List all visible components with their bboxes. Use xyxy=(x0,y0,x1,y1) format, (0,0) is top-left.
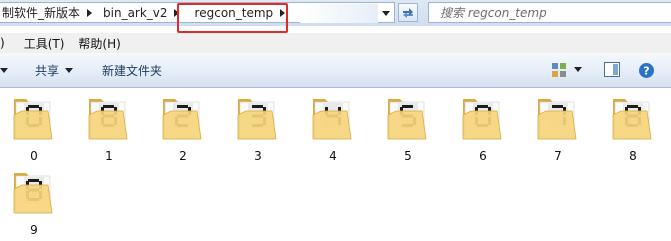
new-folder-button[interactable]: 新建文件夹 xyxy=(102,62,162,79)
folder-thumbnail-icon xyxy=(462,99,502,140)
file-label: 0 xyxy=(30,149,38,163)
chevron-down-icon[interactable] xyxy=(378,5,394,22)
search-box[interactable]: 搜索 regcon_temp xyxy=(428,2,671,23)
file-list: 0 1 2 3 4 5 6 7 8 9 xyxy=(0,89,671,241)
file-label: 4 xyxy=(329,149,337,163)
folder-thumbnail-icon xyxy=(237,99,277,140)
breadcrumb-label: 制软件_新版本 xyxy=(2,6,81,20)
folder-thumbnail-icon xyxy=(537,99,577,140)
file-label: 1 xyxy=(105,149,113,163)
refresh-icon xyxy=(403,7,413,18)
menu-bar: ) 工具(T) 帮助(H) xyxy=(0,33,671,53)
file-item[interactable]: 1 xyxy=(79,93,139,167)
change-view-icon[interactable] xyxy=(551,62,567,78)
folder-thumbnail-icon xyxy=(162,99,202,140)
share-button[interactable]: 共享 xyxy=(35,62,74,79)
folder-thumbnail-icon xyxy=(13,99,53,140)
folder-thumbnail-icon xyxy=(88,99,128,140)
menu-item-help[interactable]: 帮助(H) xyxy=(78,35,120,52)
file-label: 5 xyxy=(404,149,412,163)
folder-thumbnail-icon xyxy=(387,99,427,140)
address-bar-fill[interactable] xyxy=(300,4,378,23)
breadcrumb-item-regcon-temp[interactable]: regcon_temp xyxy=(193,3,289,22)
menu-item-tools[interactable]: 工具(T) xyxy=(24,35,65,52)
file-item[interactable]: 3 xyxy=(228,93,288,167)
folder-thumbnail-icon xyxy=(312,99,352,140)
chevron-right-icon[interactable] xyxy=(83,3,95,22)
breadcrumb-label: bin_ark_v2 xyxy=(103,5,168,20)
file-label: 9 xyxy=(30,223,38,237)
breadcrumb-item-parent[interactable]: 制软件_新版本 xyxy=(0,3,95,22)
address-row: 制软件_新版本 bin_ark_v2 regcon_temp 搜索 regcon… xyxy=(0,0,671,26)
breadcrumb-label: regcon_temp xyxy=(194,5,274,20)
chevron-right-icon[interactable] xyxy=(171,3,183,22)
address-bar[interactable]: 制软件_新版本 bin_ark_v2 regcon_temp xyxy=(0,2,395,23)
file-item[interactable]: 0 xyxy=(4,93,64,167)
breadcrumb-item-bin-ark-v2[interactable]: bin_ark_v2 xyxy=(101,3,183,22)
view-dropdown-icon[interactable] xyxy=(574,67,582,72)
file-item[interactable]: 8 xyxy=(603,93,663,167)
preview-pane-icon[interactable] xyxy=(604,62,620,77)
chevron-right-icon[interactable] xyxy=(276,3,288,22)
file-item[interactable]: 6 xyxy=(453,93,513,167)
chevron-down-icon xyxy=(65,67,74,73)
file-item[interactable]: 7 xyxy=(528,93,588,167)
folder-thumbnail-icon xyxy=(13,173,53,214)
file-item[interactable]: 2 xyxy=(153,93,213,167)
file-item[interactable]: 9 xyxy=(4,167,64,241)
file-label: 8 xyxy=(629,149,637,163)
file-item[interactable]: 5 xyxy=(378,93,438,167)
file-item[interactable]: 4 xyxy=(303,93,363,167)
menu-item-partial[interactable]: ) xyxy=(0,36,5,50)
file-label: 3 xyxy=(254,149,262,163)
command-bar: 共享 新建文件夹 ? xyxy=(0,53,671,88)
help-icon[interactable]: ? xyxy=(638,62,655,79)
file-label: 7 xyxy=(554,149,562,163)
refresh-button[interactable] xyxy=(398,3,418,22)
share-label: 共享 xyxy=(35,63,60,78)
search-placeholder: 搜索 regcon_temp xyxy=(440,6,547,20)
chevron-down-icon[interactable] xyxy=(0,53,8,87)
file-label: 2 xyxy=(179,149,187,163)
svg-text:?: ? xyxy=(643,65,649,78)
file-label: 6 xyxy=(479,149,487,163)
folder-thumbnail-icon xyxy=(612,99,652,140)
